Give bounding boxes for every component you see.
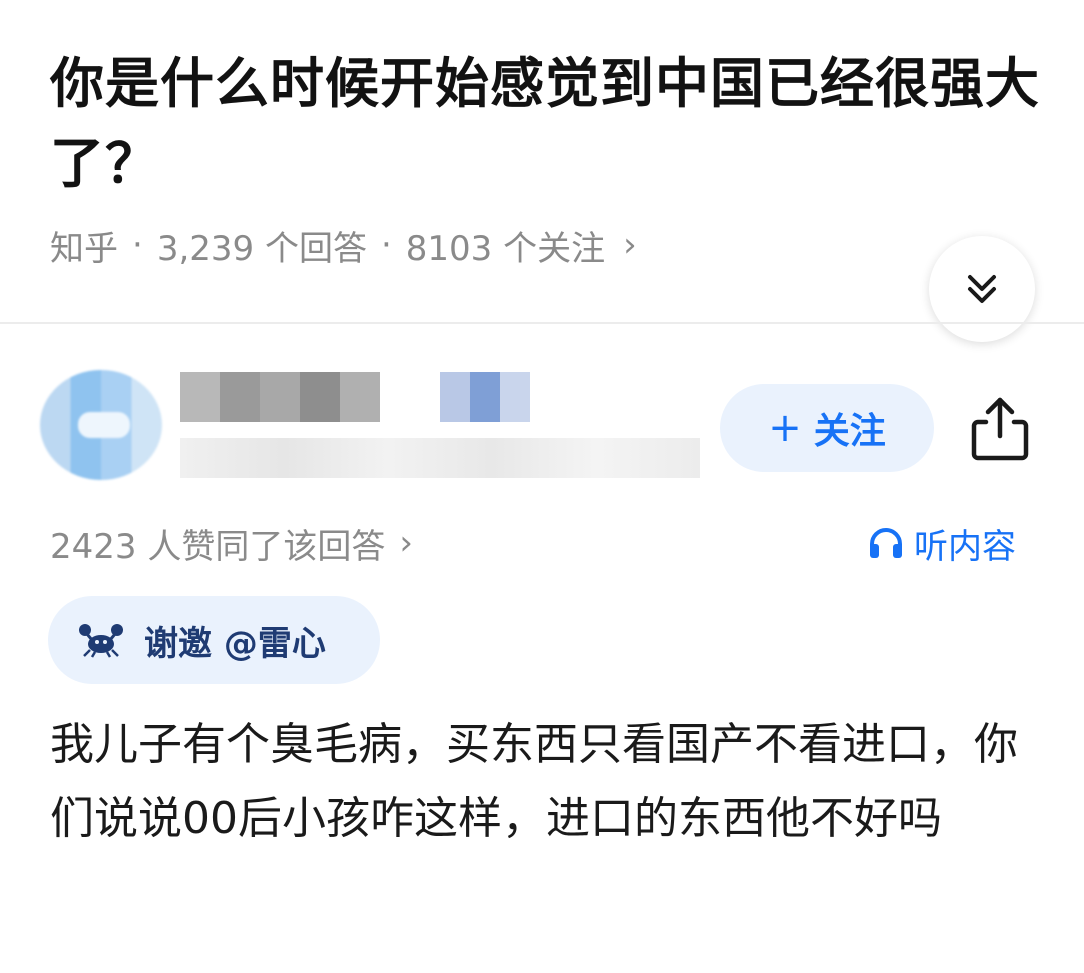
share-icon[interactable]	[968, 392, 1032, 464]
upvote-summary[interactable]: 2423 人赞同了该回答 ›	[50, 518, 413, 568]
follow-label: 关注	[813, 411, 886, 452]
question-meta[interactable]: 知乎 · 3,239 个回答 · 8103 个关注 ›	[50, 220, 637, 270]
upvote-count: 2423 人赞同了该回答	[50, 526, 386, 567]
listen-label: 听内容	[914, 526, 1016, 567]
question-title: 你是什么时候开始感觉到中国已经很强大了？	[50, 52, 1040, 195]
follow-button[interactable]: + 关注	[720, 384, 934, 472]
double-chevron-down-icon	[968, 275, 996, 303]
source-label: 知乎	[50, 228, 118, 269]
divider	[0, 322, 1084, 324]
separator-dot: ·	[380, 225, 392, 265]
separator-dot: ·	[132, 225, 143, 265]
invite-label: 谢邀 @雷心	[144, 623, 326, 664]
plus-icon: +	[768, 405, 802, 451]
avatar[interactable]	[40, 370, 162, 480]
headphones-icon	[870, 528, 902, 558]
answer-body: 我儿子有个臭毛病，买东西只看国产不看进口，你们说说00后小孩咋这样，进口的东西他…	[50, 719, 1018, 844]
collapse-button[interactable]	[929, 236, 1035, 342]
chevron-right-icon: ›	[399, 523, 413, 563]
answer-count: 3,239 个回答	[156, 228, 367, 269]
author-name-redacted[interactable]	[180, 372, 530, 422]
crab-icon	[79, 624, 123, 658]
author-bio-redacted	[180, 438, 700, 478]
listen-button[interactable]: 听内容	[868, 518, 1016, 568]
invite-tag[interactable]: 谢邀 @雷心	[48, 596, 380, 684]
follower-count: 8103 个关注	[405, 228, 606, 269]
chevron-right-icon: ›	[623, 225, 637, 265]
